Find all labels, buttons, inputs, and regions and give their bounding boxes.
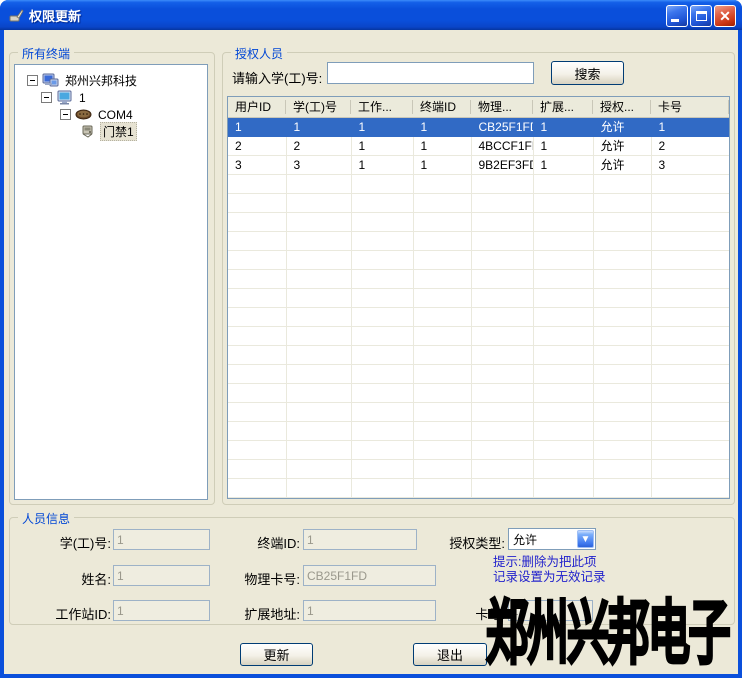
terminal-id-label: 终端ID:: [225, 533, 300, 552]
terminal-tree[interactable]: 郑州兴邦科技 1 COM4: [14, 64, 208, 500]
student-no-label: 学(工)号:: [28, 533, 111, 552]
col-auth-type[interactable]: 授权...: [593, 97, 651, 117]
network-computer-icon: [42, 73, 59, 88]
ext-address-field[interactable]: [303, 600, 436, 621]
search-label: 请输入学(工)号:: [232, 68, 322, 87]
tree-node-label[interactable]: 1: [77, 91, 88, 105]
com-port-icon: [75, 107, 92, 122]
table-row-empty[interactable]: [228, 231, 729, 250]
table-row-empty[interactable]: [228, 459, 729, 478]
authorized-personnel-title: 授权人员: [231, 45, 287, 62]
hint-line-1: 提示:删除为把此项: [493, 555, 606, 570]
table-row-empty[interactable]: [228, 326, 729, 345]
col-ext-address[interactable]: 扩展...: [533, 97, 593, 117]
table-row-empty[interactable]: [228, 383, 729, 402]
table-row-empty[interactable]: [228, 250, 729, 269]
search-input[interactable]: [327, 62, 534, 84]
chevron-down-icon[interactable]: ▼: [577, 530, 594, 548]
col-physical-card[interactable]: 物理...: [471, 97, 533, 117]
maximize-icon: [696, 11, 707, 21]
table-row-empty[interactable]: [228, 478, 729, 497]
table-row[interactable]: 1 1 1 1 CB25F1FD 1 允许 1: [228, 117, 729, 136]
tree-node-door[interactable]: 门禁1: [15, 123, 207, 140]
physical-card-field[interactable]: [303, 565, 436, 586]
col-workstation[interactable]: 工作...: [351, 97, 413, 117]
physical-card-label: 物理卡号:: [225, 569, 300, 588]
table-row-empty[interactable]: [228, 269, 729, 288]
table-row-empty[interactable]: [228, 402, 729, 421]
close-icon: ✕: [719, 8, 731, 24]
collapse-icon[interactable]: [41, 92, 52, 103]
door-device-icon: [79, 124, 96, 139]
col-terminal-id[interactable]: 终端ID: [413, 97, 471, 117]
table-row-empty[interactable]: [228, 421, 729, 440]
auth-type-label: 授权类型:: [421, 533, 505, 552]
table-row[interactable]: 2 2 1 1 4BCCF1FD 1 允许 2: [228, 136, 729, 155]
student-no-field[interactable]: [113, 529, 210, 550]
app-window: 权限更新 ✕ 所有终端 郑州兴邦科技: [0, 0, 742, 678]
exit-button[interactable]: 退出: [413, 643, 487, 666]
workstation-id-label: 工作站ID:: [28, 604, 111, 623]
personnel-info-title: 人员信息: [18, 510, 74, 527]
name-field[interactable]: [113, 565, 210, 586]
col-student-no[interactable]: 学(工)号: [286, 97, 351, 117]
table-row-empty[interactable]: [228, 212, 729, 231]
name-label: 姓名:: [28, 569, 111, 588]
table-row-empty[interactable]: [228, 288, 729, 307]
personnel-table[interactable]: 用户ID 学(工)号 工作... 终端ID 物理... 扩展... 授权... …: [227, 96, 730, 499]
workstation-id-field[interactable]: [113, 600, 210, 621]
window-title: 权限更新: [29, 6, 81, 25]
table-header-row[interactable]: 用户ID 学(工)号 工作... 终端ID 物理... 扩展... 授权... …: [228, 97, 729, 117]
col-card-no[interactable]: 卡号: [651, 97, 729, 117]
minimize-button[interactable]: [666, 5, 688, 27]
collapse-icon[interactable]: [27, 75, 38, 86]
table-row-empty[interactable]: [228, 307, 729, 326]
table-row-empty[interactable]: [228, 440, 729, 459]
computer-icon: [56, 90, 73, 105]
collapse-icon[interactable]: [60, 109, 71, 120]
table-row-empty[interactable]: [228, 193, 729, 212]
app-icon: [8, 7, 24, 23]
auth-type-select[interactable]: 允许 ▼: [508, 528, 596, 550]
tree-node-label[interactable]: 郑州兴邦科技: [63, 72, 139, 89]
table-row-empty[interactable]: [228, 364, 729, 383]
tree-node-label[interactable]: 门禁1: [100, 122, 137, 141]
table-row[interactable]: 3 3 1 1 9B2EF3FD 1 允许 3: [228, 155, 729, 174]
ext-address-label: 扩展地址:: [225, 604, 300, 623]
tree-node-com-port[interactable]: COM4: [15, 106, 207, 123]
watermark-text: 郑州兴邦电子: [486, 576, 729, 678]
search-button[interactable]: 搜索: [551, 61, 624, 85]
col-user-id[interactable]: 用户ID: [228, 97, 286, 117]
maximize-button[interactable]: [690, 5, 712, 27]
tree-node-company[interactable]: 郑州兴邦科技: [15, 72, 207, 89]
table-body: 1 1 1 1 CB25F1FD 1 允许 1 2 2 1 1 4BCCF1FD…: [228, 117, 729, 497]
titlebar[interactable]: 权限更新 ✕: [0, 0, 742, 30]
terminal-id-field[interactable]: [303, 529, 417, 550]
auth-type-value: 允许: [509, 531, 576, 548]
tree-node-controller[interactable]: 1: [15, 89, 207, 106]
minimize-icon: [671, 19, 679, 22]
update-button[interactable]: 更新: [240, 643, 313, 666]
close-button[interactable]: ✕: [714, 5, 736, 27]
tree-node-label[interactable]: COM4: [96, 108, 135, 122]
all-terminals-title: 所有终端: [18, 45, 74, 62]
table-row-empty[interactable]: [228, 345, 729, 364]
table-row-empty[interactable]: [228, 174, 729, 193]
